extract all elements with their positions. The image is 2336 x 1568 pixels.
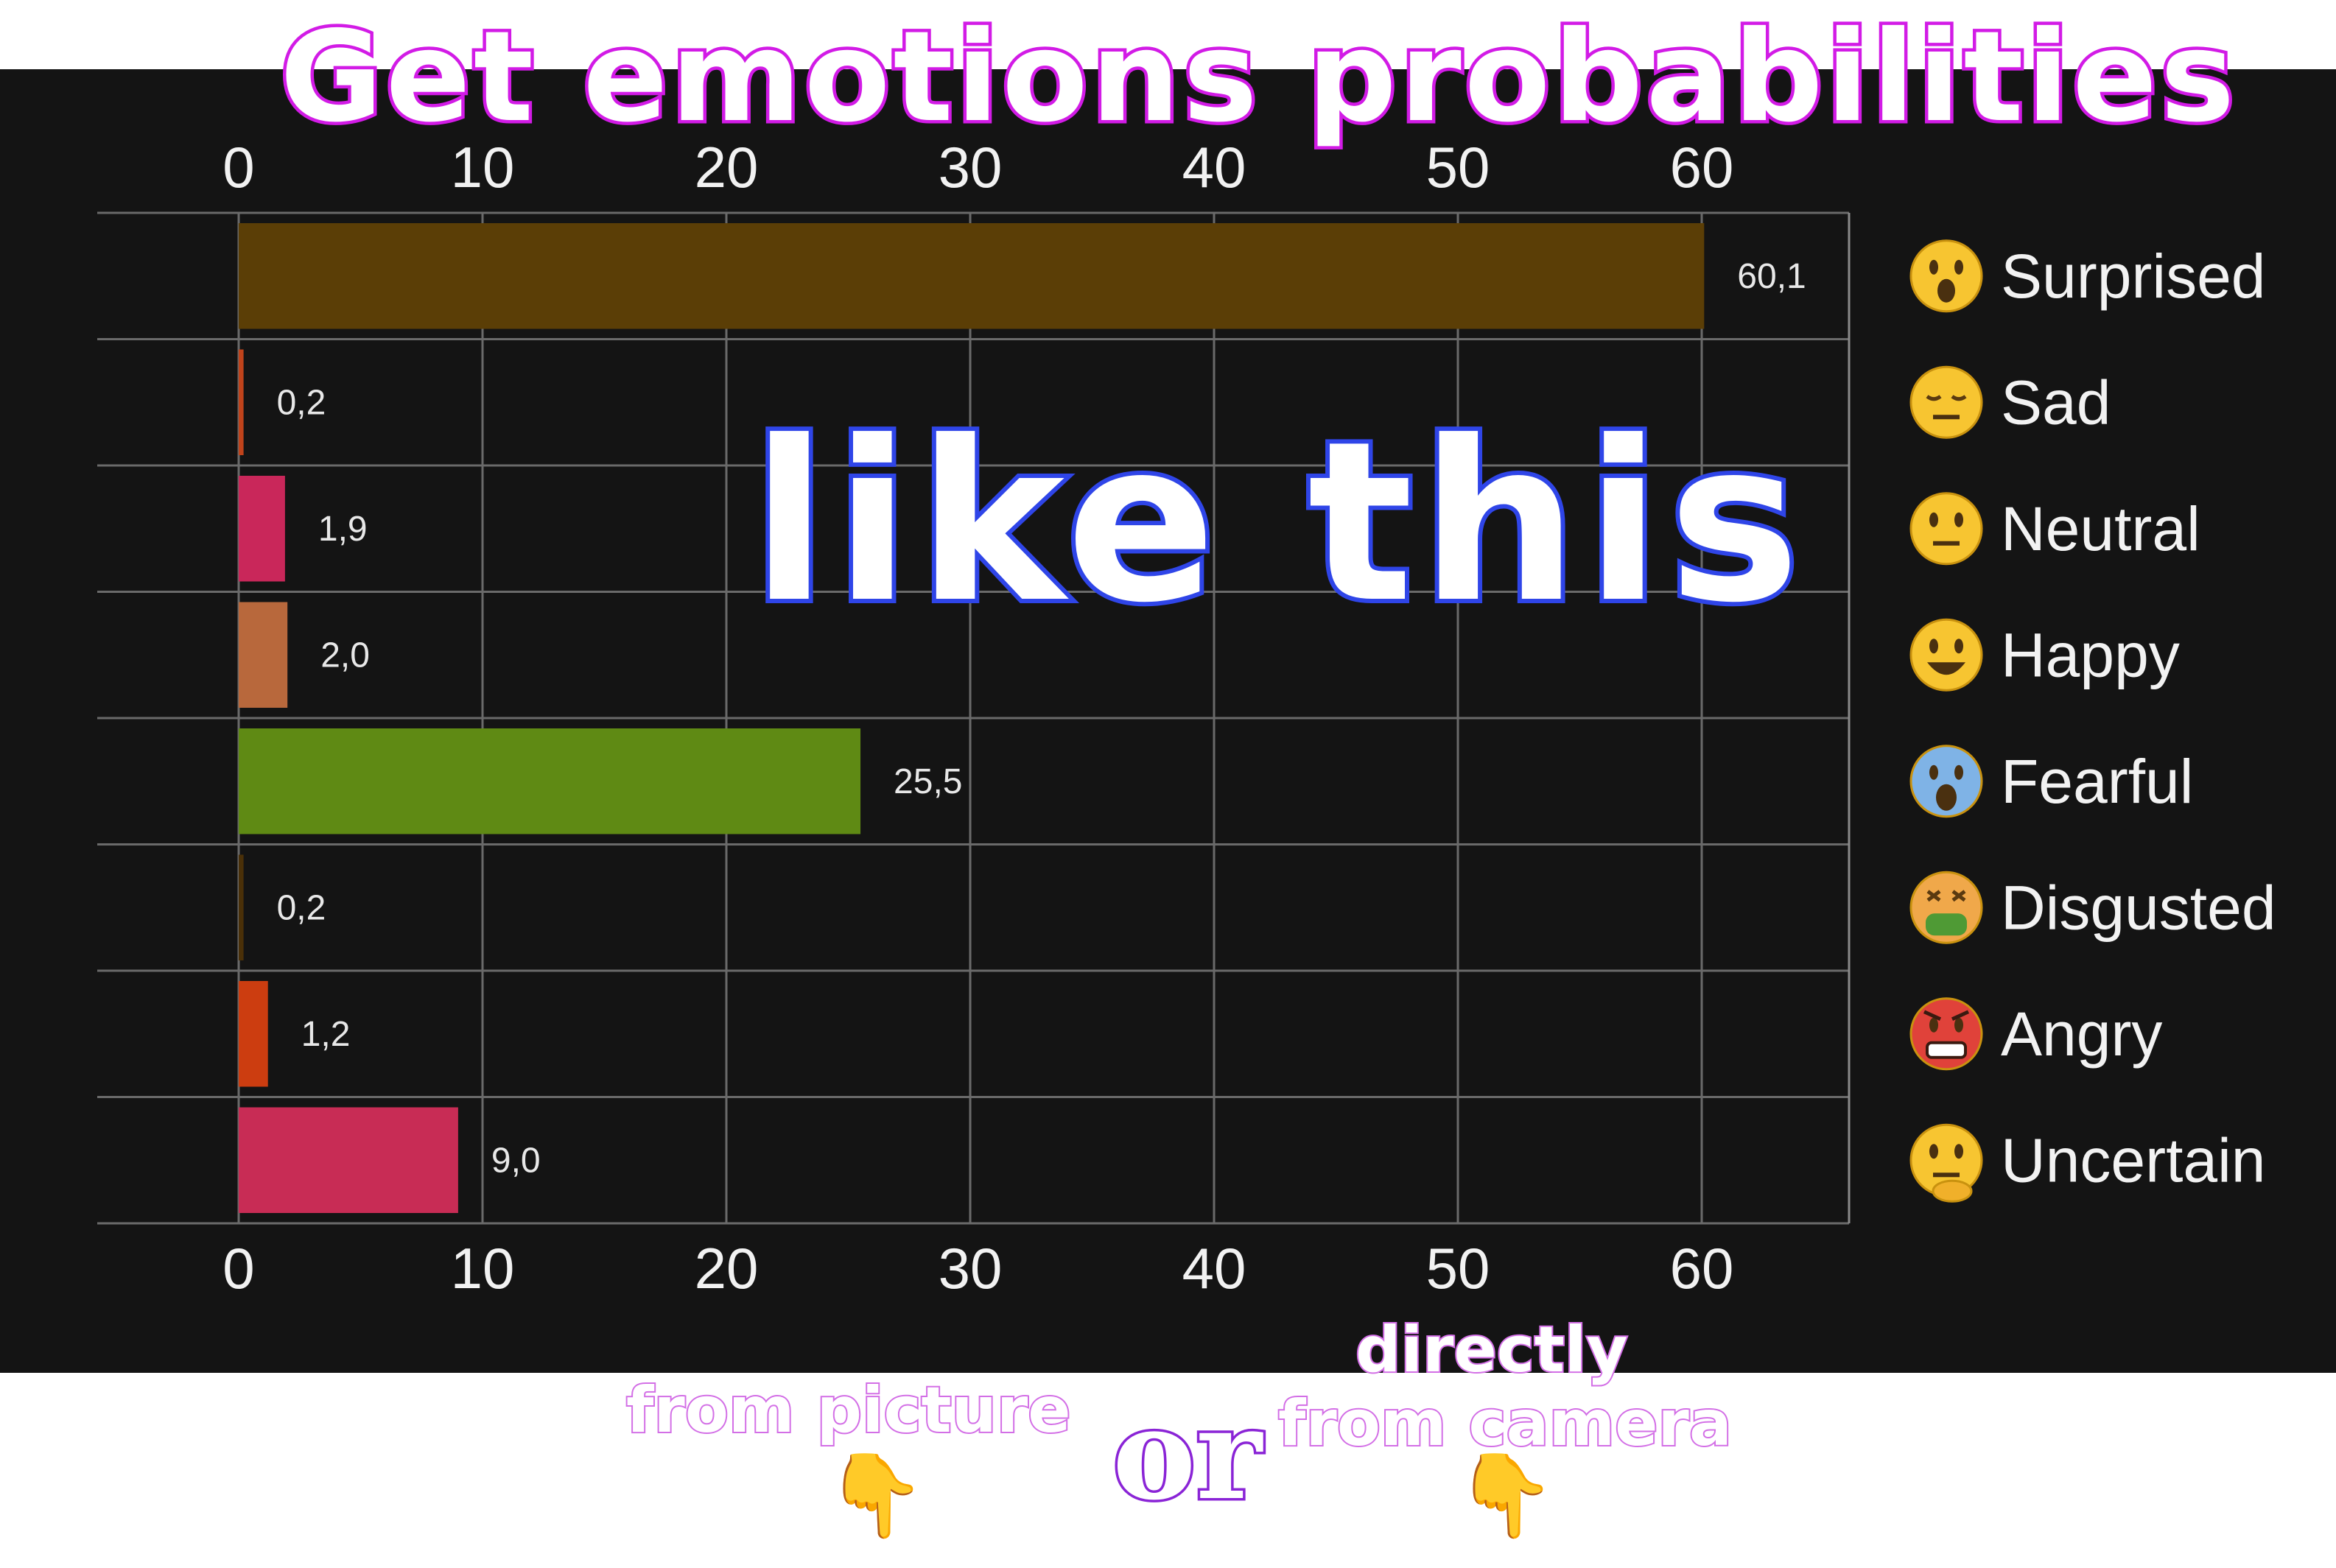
caption-from-picture: from picture — [625, 1374, 1073, 1447]
angry-face-icon — [1909, 997, 1983, 1071]
value-label: 25,5 — [894, 762, 962, 801]
caption-directly: directly — [1354, 1313, 1629, 1387]
fearful-face-icon — [1909, 745, 1983, 818]
bar-uncertain — [239, 1107, 458, 1213]
overlay-text: like this — [747, 394, 1808, 651]
legend-label-fearful: Fearful — [2001, 747, 2193, 816]
bar-happy — [239, 602, 288, 708]
astonished-face-icon — [1909, 239, 1983, 313]
x-tick-label-bottom: 20 — [695, 1236, 759, 1301]
legend-label-angry: Angry — [2001, 999, 2162, 1069]
value-label: 9,0 — [491, 1141, 541, 1180]
bar-fearful — [239, 728, 861, 834]
x-tick-label-bottom: 0 — [222, 1236, 254, 1301]
bar-disgusted — [239, 854, 244, 960]
legend-label-happy: Happy — [2001, 620, 2180, 689]
pointing-down-hand-icon: 👇 — [1455, 1448, 1556, 1542]
legend-label-uncertain: Uncertain — [2001, 1125, 2266, 1195]
legend-label-neutral: Neutral — [2001, 494, 2200, 563]
x-tick-label-bottom: 30 — [939, 1236, 1003, 1301]
legend-label-surprised: Surprised — [2001, 242, 2266, 311]
legend-label-disgusted: Disgusted — [2001, 873, 2276, 942]
neutral-face-icon — [1909, 492, 1983, 566]
pointing-down-hand-icon: 👇 — [825, 1448, 926, 1542]
x-tick-label-bottom: 50 — [1426, 1236, 1490, 1301]
value-label: 1,9 — [318, 510, 368, 549]
caption-from-camera: from camera — [1277, 1387, 1733, 1460]
bar-neutral — [239, 476, 285, 582]
grid-layer — [97, 211, 1851, 1225]
value-label: 60,1 — [1737, 257, 1806, 296]
page-heading: Get emotions probabilities — [277, 4, 2239, 150]
value-label: 1,2 — [301, 1015, 351, 1054]
value-label: 2,0 — [320, 636, 370, 675]
bar-angry — [239, 981, 268, 1087]
emotion-bar-chart: 60,10,21,92,025,50,21,29,0 0010102020303… — [97, 135, 2276, 1301]
pensive-face-icon — [1909, 365, 1983, 439]
bar-surprised — [239, 223, 1705, 329]
caption-or: or — [1110, 1381, 1265, 1528]
x-tick-label-top: 0 — [222, 135, 254, 200]
chart-panel: 60,1 0,2 1,9 2,0 25,5 0,2 1,2 9,0 0 0 10 10 20 20 30 3… — [0, 69, 2336, 1373]
nauseated-face-icon — [1909, 871, 1983, 944]
x-tick-label-bottom: 40 — [1182, 1236, 1246, 1301]
x-tick-label-bottom: 10 — [451, 1236, 515, 1301]
bar-sad — [239, 349, 244, 455]
grinning-face-icon — [1909, 618, 1983, 692]
x-tick-label-bottom: 60 — [1670, 1236, 1734, 1301]
legend-label-sad: Sad — [2001, 368, 2111, 437]
value-label: 0,2 — [277, 383, 326, 422]
legend: Surprised Sad Neutral Happy Fearful Disgusted… — [1909, 239, 2276, 1203]
thinking-face-icon — [1909, 1123, 1983, 1203]
value-label: 0,2 — [277, 888, 326, 927]
